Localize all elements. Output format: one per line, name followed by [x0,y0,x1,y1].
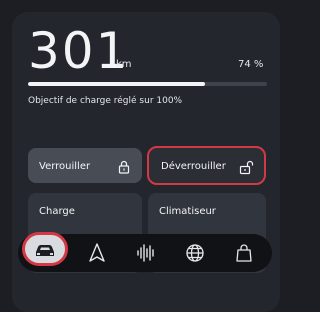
charge-tile-label: Charge [39,206,75,217]
charge-target-text: Objectif de charge réglé sur 100% [28,96,183,106]
lock-button-label: Verrouiller [39,161,91,172]
lock-button[interactable]: Verrouiller [28,148,142,183]
unlock-button[interactable]: Déverrouiller [147,146,266,185]
unlock-button-label: Déverrouiller [161,161,226,172]
globe-icon[interactable] [183,241,207,265]
audio-waveform-icon[interactable] [134,241,158,265]
range-value: 301 [28,22,130,80]
battery-level-fill [28,82,205,86]
range-unit: km [116,59,132,70]
unlock-icon [238,159,254,175]
shopping-bag-icon[interactable] [232,241,256,265]
navigation-arrow-icon[interactable] [85,241,109,265]
battery-percent: 74 % [238,59,264,70]
lock-icon [116,159,132,175]
nav-item-vehicle-active[interactable] [22,232,68,266]
car-icon [36,245,54,256]
climate-tile-label: Climatiseur [159,206,216,217]
battery-level-bar [28,82,267,86]
